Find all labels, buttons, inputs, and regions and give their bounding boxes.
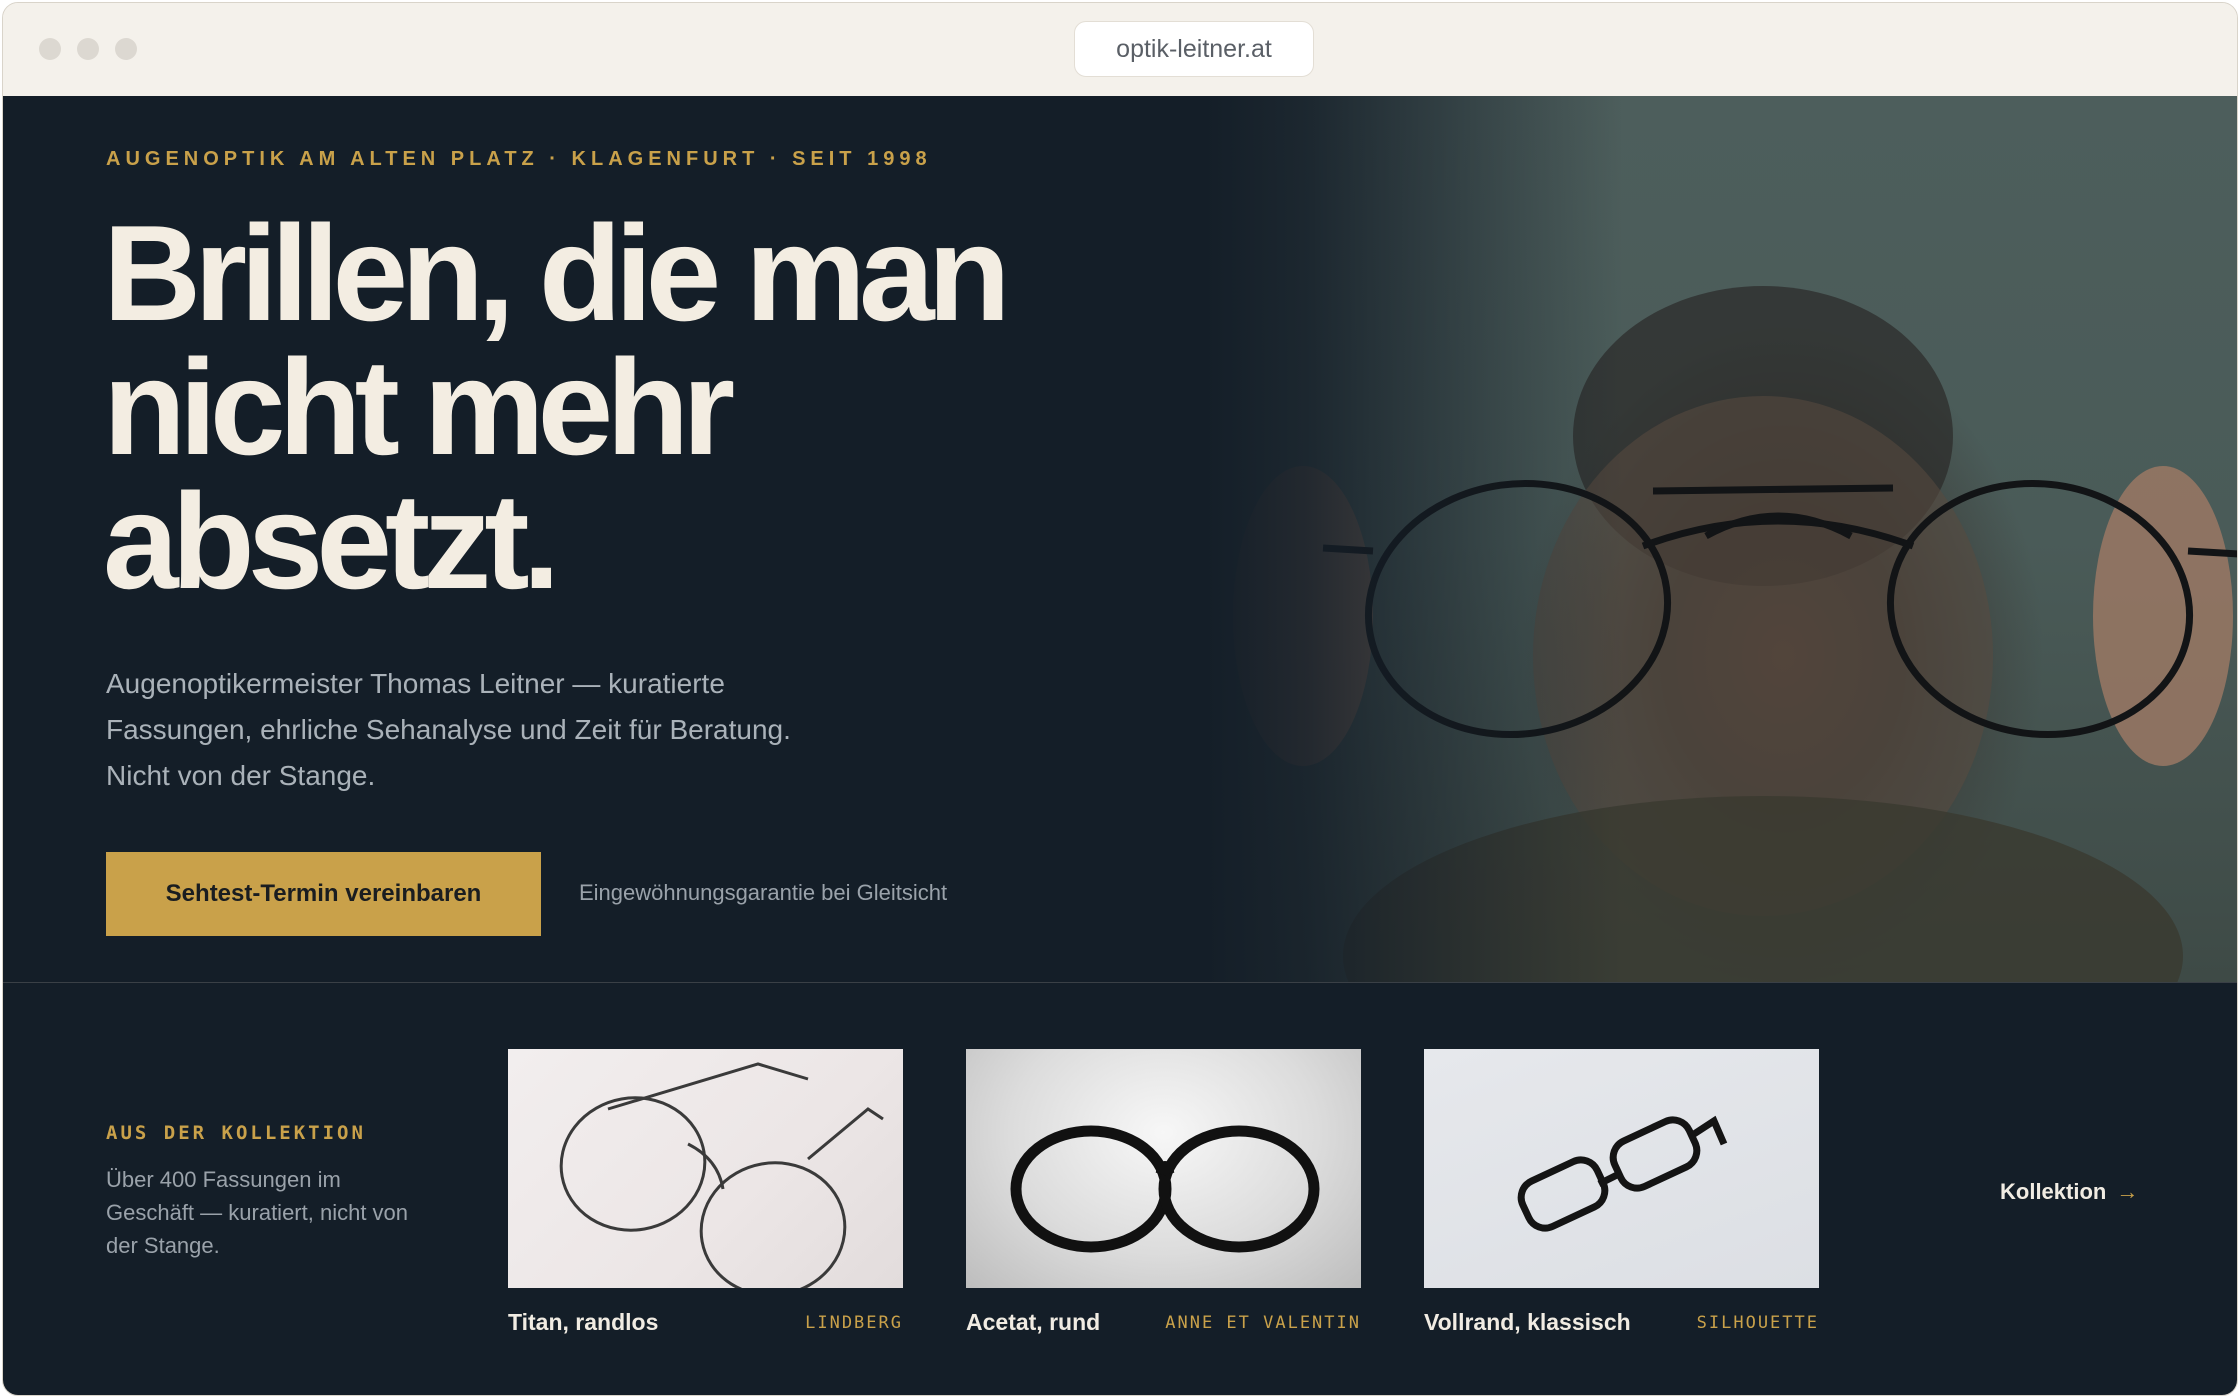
hero-lede: Augenoptikermeister Thomas Leitner — kur… (106, 661, 906, 799)
book-eye-test-button[interactable]: Sehtest-Termin vereinbaren (106, 852, 541, 936)
hero-headline: Brillen, die man nicht mehr absetzt. (103, 197, 1103, 617)
lede-line: Nicht von der Stange. (106, 760, 376, 791)
frame-brand: SILHOUETTE (1696, 1313, 1819, 1333)
progressive-guarantee-note: Eingewöhnungsgarantie bei Gleitsicht (579, 880, 948, 905)
window-close-button[interactable] (39, 38, 61, 60)
web-page: AUGENOPTIK AM ALTEN PLATZ · KLAGENFURT ·… (3, 96, 2237, 1395)
collection-eyebrow: AUS DER KOLLEKTION (106, 1122, 366, 1144)
collection-card-acetat[interactable]: Acetat, rund ANNE ET VALENTIN (966, 1049, 1361, 1335)
lede-line: Fassungen, ehrliche Sehanalyse und Zeit … (106, 714, 791, 745)
frame-name: Acetat, rund (966, 1309, 1101, 1335)
rimless-glasses-illustration (559, 1062, 884, 1288)
acetate-glasses-illustration (1010, 1125, 1320, 1253)
hero-eyebrow: AUGENOPTIK AM ALTEN PLATZ · KLAGENFURT ·… (106, 148, 932, 170)
section-divider (3, 982, 2237, 983)
frame-brand: ANNE ET VALENTIN (1165, 1313, 1361, 1333)
hero-photo-glasses (1203, 96, 2237, 983)
frame-name: Vollrand, klassisch (1424, 1309, 1631, 1335)
frame-photo-rimless (508, 1049, 903, 1288)
window-maximize-button[interactable] (115, 38, 137, 60)
frame-photo-fullrim (1424, 1049, 1819, 1288)
collection-link-label: Kollektion (2000, 1179, 2107, 1204)
frame-brand: LINDBERG (805, 1313, 903, 1333)
collection-text-line: der Stange. (106, 1233, 220, 1258)
address-bar[interactable]: optik-leitner.at (1074, 21, 1314, 77)
collection-card-titan[interactable]: Titan, randlos LINDBERG (508, 1049, 903, 1335)
headline-line: absetzt. (103, 465, 560, 617)
collection-text-line: Geschäft — kuratiert, nicht von (106, 1200, 409, 1225)
collection-description: Über 400 Fassungen im Geschäft — kuratie… (106, 1163, 466, 1262)
arrow-right-icon: → (2116, 1179, 2139, 1204)
hero-section: AUGENOPTIK AM ALTEN PLATZ · KLAGENFURT ·… (3, 96, 2237, 983)
headline-line: Brillen, die man (103, 197, 1011, 349)
collection-text-line: Über 400 Fassungen im (106, 1167, 341, 1192)
headline-line: nicht mehr (103, 331, 735, 483)
window-minimize-button[interactable] (77, 38, 99, 60)
browser-titlebar: optik-leitner.at (3, 3, 2237, 96)
hero-photo-fade (1203, 96, 1623, 983)
frame-photo-acetate (966, 1049, 1361, 1288)
browser-window: optik-leitner.at AUGENOPTIK AM ALTEN PLA… (2, 2, 2238, 1396)
lede-line: Augenoptikermeister Thomas Leitner — kur… (106, 668, 725, 699)
collection-card-vollrand[interactable]: Vollrand, klassisch SILHOUETTE (1424, 1049, 1819, 1335)
fullrim-glasses-illustration (1517, 1115, 1728, 1232)
collection-link[interactable]: Kollektion → (2000, 1179, 2138, 1205)
frame-name: Titan, randlos (508, 1309, 659, 1335)
